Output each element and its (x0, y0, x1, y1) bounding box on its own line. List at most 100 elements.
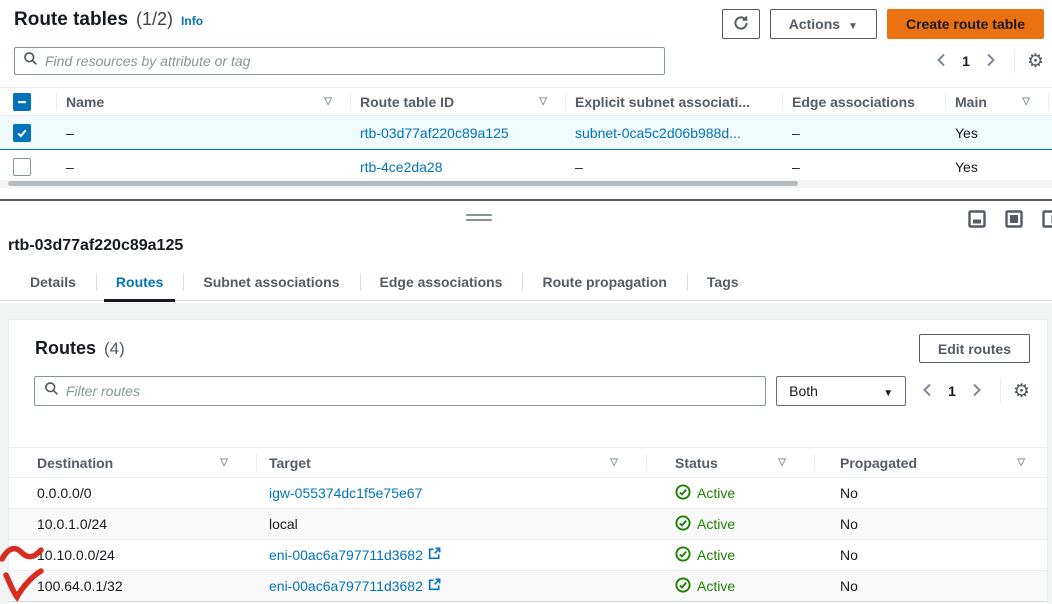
tab-tags[interactable]: Tags (687, 263, 759, 300)
divider (1014, 49, 1015, 73)
panel-maximize-icon[interactable] (1005, 210, 1023, 228)
routes-header-row: Destination Target Status Propagated (9, 448, 1047, 478)
edit-routes-button[interactable]: Edit routes (919, 334, 1030, 363)
route-table-id-cell: rtb-03d77af220c89a125 (350, 116, 565, 150)
row-select-cell[interactable] (0, 150, 56, 184)
column-header-name[interactable]: Name (56, 88, 350, 116)
horizontal-scrollbar (0, 180, 1052, 188)
routes-pagination: 1 ⚙ (916, 379, 1030, 404)
row-checkbox-checked[interactable] (13, 124, 31, 142)
target-cell: eni-00ac6a797711d3682 (256, 571, 646, 602)
table-row[interactable]: – rtb-03d77af220c89a125 subnet-0ca5c2d06… (0, 116, 1052, 150)
target-link[interactable]: eni-00ac6a797711d3682 (269, 547, 441, 563)
horizontal-scrollbar-thumb[interactable] (8, 181, 798, 186)
status-active-icon (675, 515, 691, 534)
column-header-route-table-id[interactable]: Route table ID (350, 88, 565, 116)
prev-page-button[interactable] (916, 379, 938, 404)
destination-cell: 10.0.1.0/24 (9, 509, 256, 540)
actions-button[interactable]: Actions (770, 9, 877, 39)
sort-icon[interactable] (324, 96, 332, 107)
routes-section-title: Routes (35, 338, 96, 359)
refresh-icon (733, 15, 749, 34)
row-checkbox-unchecked[interactable] (13, 158, 31, 176)
external-link-icon (428, 547, 441, 563)
subnet-link[interactable]: subnet-0ca5c2d06b988d... (575, 125, 741, 141)
detail-tabs: Details Routes Subnet associations Edge … (0, 263, 1052, 301)
column-header-destination[interactable]: Destination (9, 448, 256, 478)
status-cell: Active (646, 571, 814, 602)
create-route-table-button[interactable]: Create route table (887, 9, 1044, 39)
route-table-id-cell: rtb-4ce2da28 (350, 150, 565, 184)
chevron-right-icon (986, 53, 996, 70)
sort-icon[interactable] (610, 457, 618, 468)
search-icon (23, 51, 38, 71)
next-page-button[interactable] (980, 49, 1002, 74)
chevron-right-icon (972, 383, 982, 400)
row-select-cell[interactable] (0, 116, 56, 150)
tab-edge-associations[interactable]: Edge associations (360, 263, 523, 300)
panel-drag-handle[interactable] (466, 214, 492, 224)
propagated-cell: No (814, 509, 1047, 540)
status-active-icon (675, 577, 691, 596)
resource-search-input[interactable] (45, 53, 656, 69)
routes-table: Destination Target Status Propagated 0.0… (9, 447, 1047, 602)
caret-down-icon (883, 383, 893, 399)
select-all-checkbox[interactable] (13, 93, 31, 111)
next-page-button[interactable] (966, 379, 988, 404)
table-row[interactable]: – rtb-4ce2da28 – – Yes (0, 150, 1052, 184)
preferences-gear-icon[interactable]: ⚙ (1027, 52, 1044, 71)
tab-routes[interactable]: Routes (96, 263, 183, 300)
main-cell: Yes (945, 116, 1048, 150)
panel-chrome (0, 201, 1052, 237)
status-cell: Active (646, 478, 814, 509)
routes-filter[interactable] (34, 376, 766, 406)
route-row: 10.10.0.0/24 eni-00ac6a797711d3682 Activ… (9, 540, 1047, 571)
column-header-main[interactable]: Main (945, 88, 1048, 116)
create-route-table-label: Create route table (906, 16, 1025, 32)
name-cell: – (56, 116, 350, 150)
sort-icon[interactable] (1017, 457, 1025, 468)
tab-details[interactable]: Details (10, 263, 96, 300)
name-cell: – (56, 150, 350, 184)
tab-route-propagation[interactable]: Route propagation (522, 263, 686, 300)
current-page-number[interactable]: 1 (956, 53, 976, 69)
column-header-propagated[interactable]: Propagated (814, 448, 1047, 478)
destination-cell: 0.0.0.0/0 (9, 478, 256, 509)
routes-tab-content: Routes (4) Edit routes Bo (0, 303, 1052, 604)
resource-search[interactable] (14, 47, 665, 75)
target-link[interactable]: eni-00ac6a797711d3682 (269, 578, 441, 594)
refresh-button[interactable] (722, 9, 760, 39)
route-row: 0.0.0.0/0 igw-055374dc1f5e75e67 Active N… (9, 478, 1047, 509)
route-table-id-link[interactable]: rtb-03d77af220c89a125 (360, 125, 509, 141)
preferences-gear-icon[interactable]: ⚙ (1013, 382, 1030, 401)
sort-icon[interactable] (778, 457, 786, 468)
column-header-explicit-subnet[interactable]: Explicit subnet associati... (565, 88, 782, 116)
sort-icon[interactable] (539, 96, 547, 107)
target-link[interactable]: igw-055374dc1f5e75e67 (269, 485, 422, 501)
column-header-status[interactable]: Status (646, 448, 814, 478)
edit-routes-label: Edit routes (938, 341, 1011, 357)
info-link[interactable]: Info (181, 14, 203, 28)
chevron-left-icon (936, 53, 946, 70)
tab-subnet-associations[interactable]: Subnet associations (183, 263, 359, 300)
select-all-header[interactable] (0, 88, 56, 116)
current-page-number[interactable]: 1 (942, 383, 962, 399)
prev-page-button[interactable] (930, 49, 952, 74)
sort-icon[interactable] (220, 457, 228, 468)
column-header-edge-associations[interactable]: Edge associations (782, 88, 945, 116)
routes-filter-select[interactable]: Both (776, 376, 906, 406)
route-table-id-link[interactable]: rtb-4ce2da28 (360, 159, 443, 175)
destination-cell: 100.64.0.1/32 (9, 571, 256, 602)
panel-bottom-layout-icon[interactable] (968, 210, 986, 228)
sort-icon[interactable] (1022, 96, 1030, 107)
main-cell: Yes (945, 150, 1048, 184)
page-title: Route tables (14, 9, 128, 31)
table-header-row: Name Route table ID Explicit subnet asso… (0, 88, 1052, 116)
list-toolbar: 1 ⚙ (0, 39, 1052, 75)
column-header-target[interactable]: Target (256, 448, 646, 478)
panel-side-layout-icon[interactable] (1042, 210, 1052, 228)
routes-filter-input[interactable] (66, 383, 756, 399)
subnet-cell: – (565, 150, 782, 184)
list-pagination: 1 ⚙ (930, 49, 1044, 74)
subnet-cell: subnet-0ca5c2d06b988d... (565, 116, 782, 150)
